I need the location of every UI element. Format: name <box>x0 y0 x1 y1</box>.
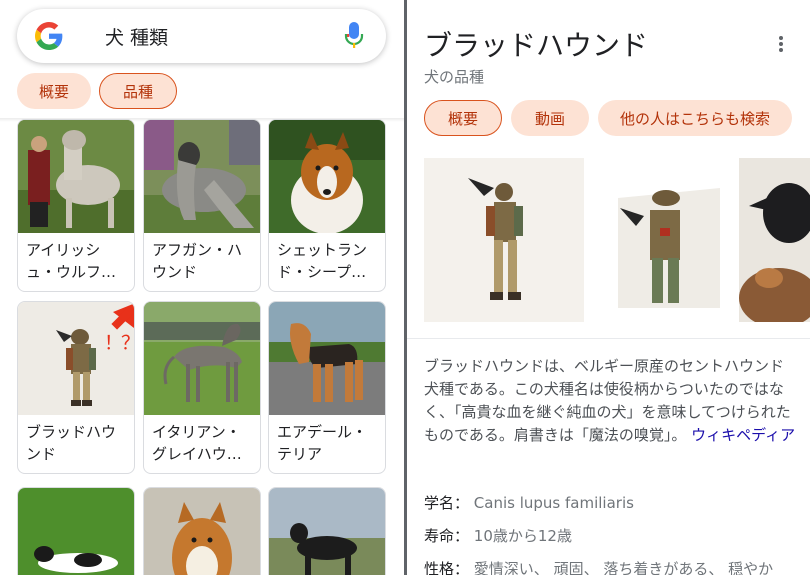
fact-value: 10歳から12歳 <box>473 527 572 545</box>
breed-name: エアデール・テリア <box>277 423 368 463</box>
fact-lifespan: 寿命： 10歳から12歳 <box>424 520 804 553</box>
breed-card-row3-2[interactable] <box>143 487 261 575</box>
search-query[interactable]: 犬 種類 <box>105 23 168 50</box>
breed-name: ブラッドハウンド <box>26 423 117 463</box>
breed-image <box>144 302 260 415</box>
breed-card-bloodhound[interactable]: ！？ ブラッドハウンド <box>17 301 135 474</box>
annotation-text: ！？ <box>104 332 134 354</box>
image-gallery <box>424 158 810 322</box>
panel-subtitle: 犬の品種 <box>424 68 485 86</box>
google-logo-icon <box>35 22 63 50</box>
description: ブラッドハウンドは、ベルギー原産のセントハウンド犬種である。この犬種名は使役柄か… <box>424 355 796 447</box>
breed-card-row3-3[interactable] <box>268 487 386 575</box>
breed-image: ！？ <box>18 302 134 415</box>
panel-chips: 概要 動画 他の人はこちらも検索 <box>424 100 792 136</box>
fact-temperament: 性格： 愛情深い、 頑固、 落ち着きがある、 穏やか <box>424 553 804 575</box>
breed-name: シェットランド・シープ… <box>277 241 368 281</box>
breed-card-airedale[interactable]: エアデール・テリア <box>268 301 386 474</box>
gallery-image[interactable] <box>739 158 810 322</box>
breed-image <box>18 488 134 575</box>
breed-card-sheltie[interactable]: シェットランド・シープ… <box>268 119 386 292</box>
breed-image <box>18 120 134 233</box>
fact-value[interactable]: Canis lupus familiaris <box>474 494 634 512</box>
search-bar[interactable]: 犬 種類 <box>17 9 386 63</box>
breed-card-italian-greyhound[interactable]: イタリアン・グレイハウ… <box>143 301 261 474</box>
breed-image <box>269 488 385 575</box>
breed-name: アフガン・ハウンド <box>152 241 243 281</box>
fact-key: 性格： <box>424 560 470 575</box>
chip-videos[interactable]: 動画 <box>511 100 589 136</box>
filter-chips: 概要 品種 <box>17 73 178 109</box>
chip-breeds[interactable]: 品種 <box>99 73 178 109</box>
breed-image <box>144 488 260 575</box>
microphone-icon[interactable] <box>343 22 365 50</box>
chip-overview[interactable]: 概要 <box>424 100 502 136</box>
section-divider <box>407 338 810 339</box>
panel-title: ブラッドハウンド <box>424 29 649 62</box>
search-results-panel: 犬 種類 概要 品種 アイリッシュ・ウルフ… アフガン・ハウンド シェットランド… <box>0 0 404 575</box>
facts-list: 学名： Canis lupus familiaris 寿命： 10歳から12歳 … <box>424 487 804 575</box>
breed-name: イタリアン・グレイハウ… <box>152 423 242 463</box>
wikipedia-link[interactable]: ウィキペディア <box>691 426 795 444</box>
fact-value: 愛情深い、 頑固、 落ち着きがある、 穏やか <box>473 560 774 575</box>
chip-people-also-search[interactable]: 他の人はこちらも検索 <box>598 100 792 136</box>
breed-card-row3-1[interactable] <box>17 487 135 575</box>
fact-key: 寿命： <box>424 527 470 545</box>
more-options-icon[interactable] <box>773 34 789 54</box>
breed-name: アイリッシュ・ウルフ… <box>26 241 117 281</box>
breed-image <box>269 120 385 233</box>
gallery-image[interactable] <box>590 158 734 322</box>
chip-overview[interactable]: 概要 <box>17 73 92 109</box>
breed-card-afghan-hound[interactable]: アフガン・ハウンド <box>143 119 261 292</box>
gallery-image[interactable] <box>424 158 584 322</box>
fact-scientific-name: 学名： Canis lupus familiaris <box>424 487 804 520</box>
knowledge-panel: ブラッドハウンド 犬の品種 概要 動画 他の人はこちらも検索 ブラッドハウンドは… <box>407 0 810 575</box>
breed-image <box>269 302 385 415</box>
breed-image <box>144 120 260 233</box>
breed-card-irish-wolfhound[interactable]: アイリッシュ・ウルフ… <box>17 119 135 292</box>
screenshot: 犬 種類 概要 品種 アイリッシュ・ウルフ… アフガン・ハウンド シェットランド… <box>0 0 810 575</box>
fact-key: 学名： <box>424 494 470 512</box>
